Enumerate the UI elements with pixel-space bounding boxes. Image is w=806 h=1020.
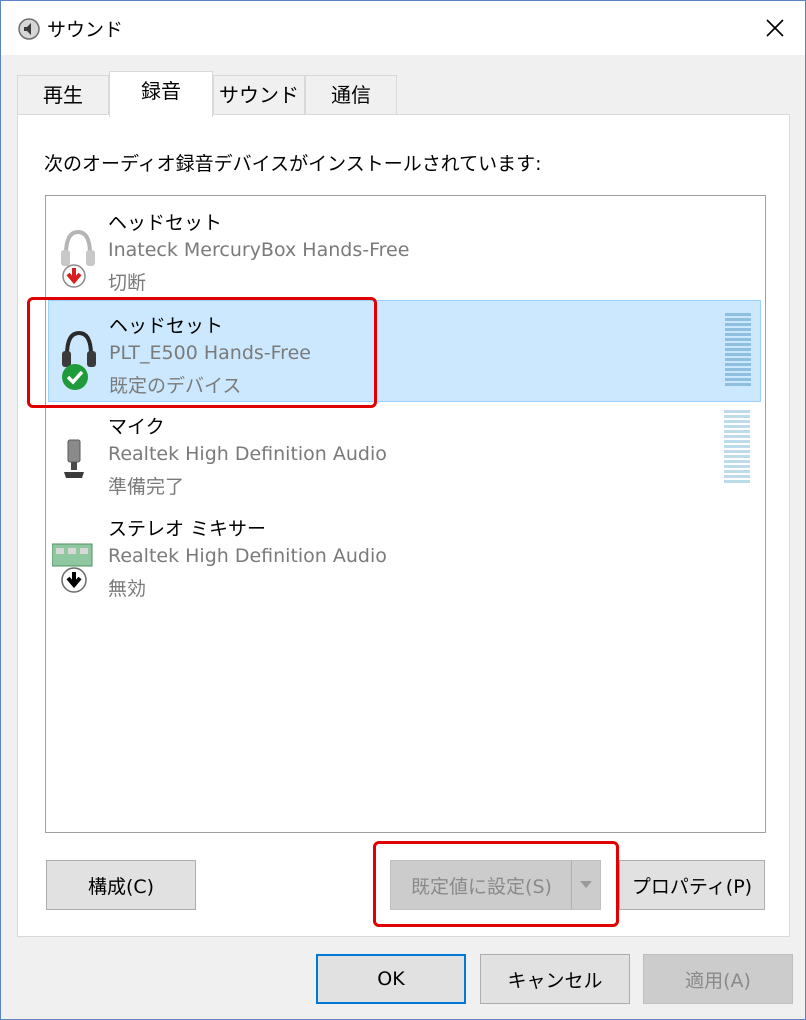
tab-sounds[interactable]: サウンド	[213, 75, 305, 115]
device-row-stereo-mixer[interactable]: ステレオ ミキサー Realtek High Definition Audio …	[48, 504, 761, 606]
device-driver: Realtek High Definition Audio	[108, 443, 387, 465]
level-meter	[725, 313, 751, 386]
device-driver: Inateck MercuryBox Hands-Free	[108, 239, 410, 261]
tab-communications[interactable]: 通信	[305, 75, 397, 115]
cancel-button[interactable]: キャンセル	[480, 954, 630, 1004]
tab-recording[interactable]: 録音	[109, 71, 213, 117]
title-bar: サウンド	[1, 1, 805, 55]
level-meter	[724, 410, 750, 483]
stereo-mixer-icon	[52, 543, 93, 593]
device-row-headset-plt[interactable]: ヘッドセット PLT_E500 Hands-Free 既定のデバイス	[48, 300, 761, 402]
device-status: 準備完了	[108, 476, 185, 498]
device-name: ヘッドセット	[108, 212, 223, 234]
tab-playback[interactable]: 再生	[17, 75, 109, 115]
device-status: 切断	[108, 272, 147, 294]
device-status: 無効	[108, 578, 147, 600]
device-name: ステレオ ミキサー	[108, 518, 267, 540]
device-status: 既定のデバイス	[109, 375, 242, 397]
speaker-icon	[18, 18, 40, 40]
microphone-icon	[64, 439, 84, 478]
window-title: サウンド	[47, 19, 124, 41]
ok-button[interactable]: OK	[316, 954, 466, 1004]
device-driver: PLT_E500 Hands-Free	[109, 342, 311, 364]
device-list[interactable]: ヘッドセット Inateck MercuryBox Hands-Free 切断 …	[45, 195, 766, 833]
device-name: ヘッドセット	[109, 315, 224, 337]
set-default-dropdown[interactable]	[571, 861, 600, 909]
tab-strip: 再生 録音 サウンド 通信	[17, 71, 806, 117]
close-icon	[766, 19, 784, 37]
properties-button[interactable]: プロパティ(P)	[619, 860, 765, 910]
headset-default-icon	[62, 330, 96, 390]
headset-disconnected-icon	[61, 229, 95, 288]
recording-panel: 次のオーディオ録音デバイスがインストールされています: ヘッドセット Inate…	[17, 114, 790, 937]
device-row-microphone[interactable]: マイク Realtek High Definition Audio 準備完了	[48, 402, 761, 504]
device-row-headset-inateck[interactable]: ヘッドセット Inateck MercuryBox Hands-Free 切断	[48, 198, 761, 300]
device-name: マイク	[108, 416, 165, 438]
configure-button[interactable]: 構成(C)	[46, 860, 196, 910]
device-driver: Realtek High Definition Audio	[108, 545, 387, 567]
close-button[interactable]	[745, 1, 805, 55]
sound-dialog: サウンド 再生 録音 サウンド 通信 次のオーディオ録音デバイスがインストールさ…	[0, 0, 806, 1020]
apply-button[interactable]: 適用(A)	[643, 954, 793, 1004]
set-default-button[interactable]: 既定値に設定(S)	[390, 860, 601, 910]
set-default-label: 既定値に設定(S)	[411, 875, 552, 898]
chevron-down-icon	[580, 881, 592, 888]
instruction-text: 次のオーディオ録音デバイスがインストールされています:	[44, 153, 542, 175]
